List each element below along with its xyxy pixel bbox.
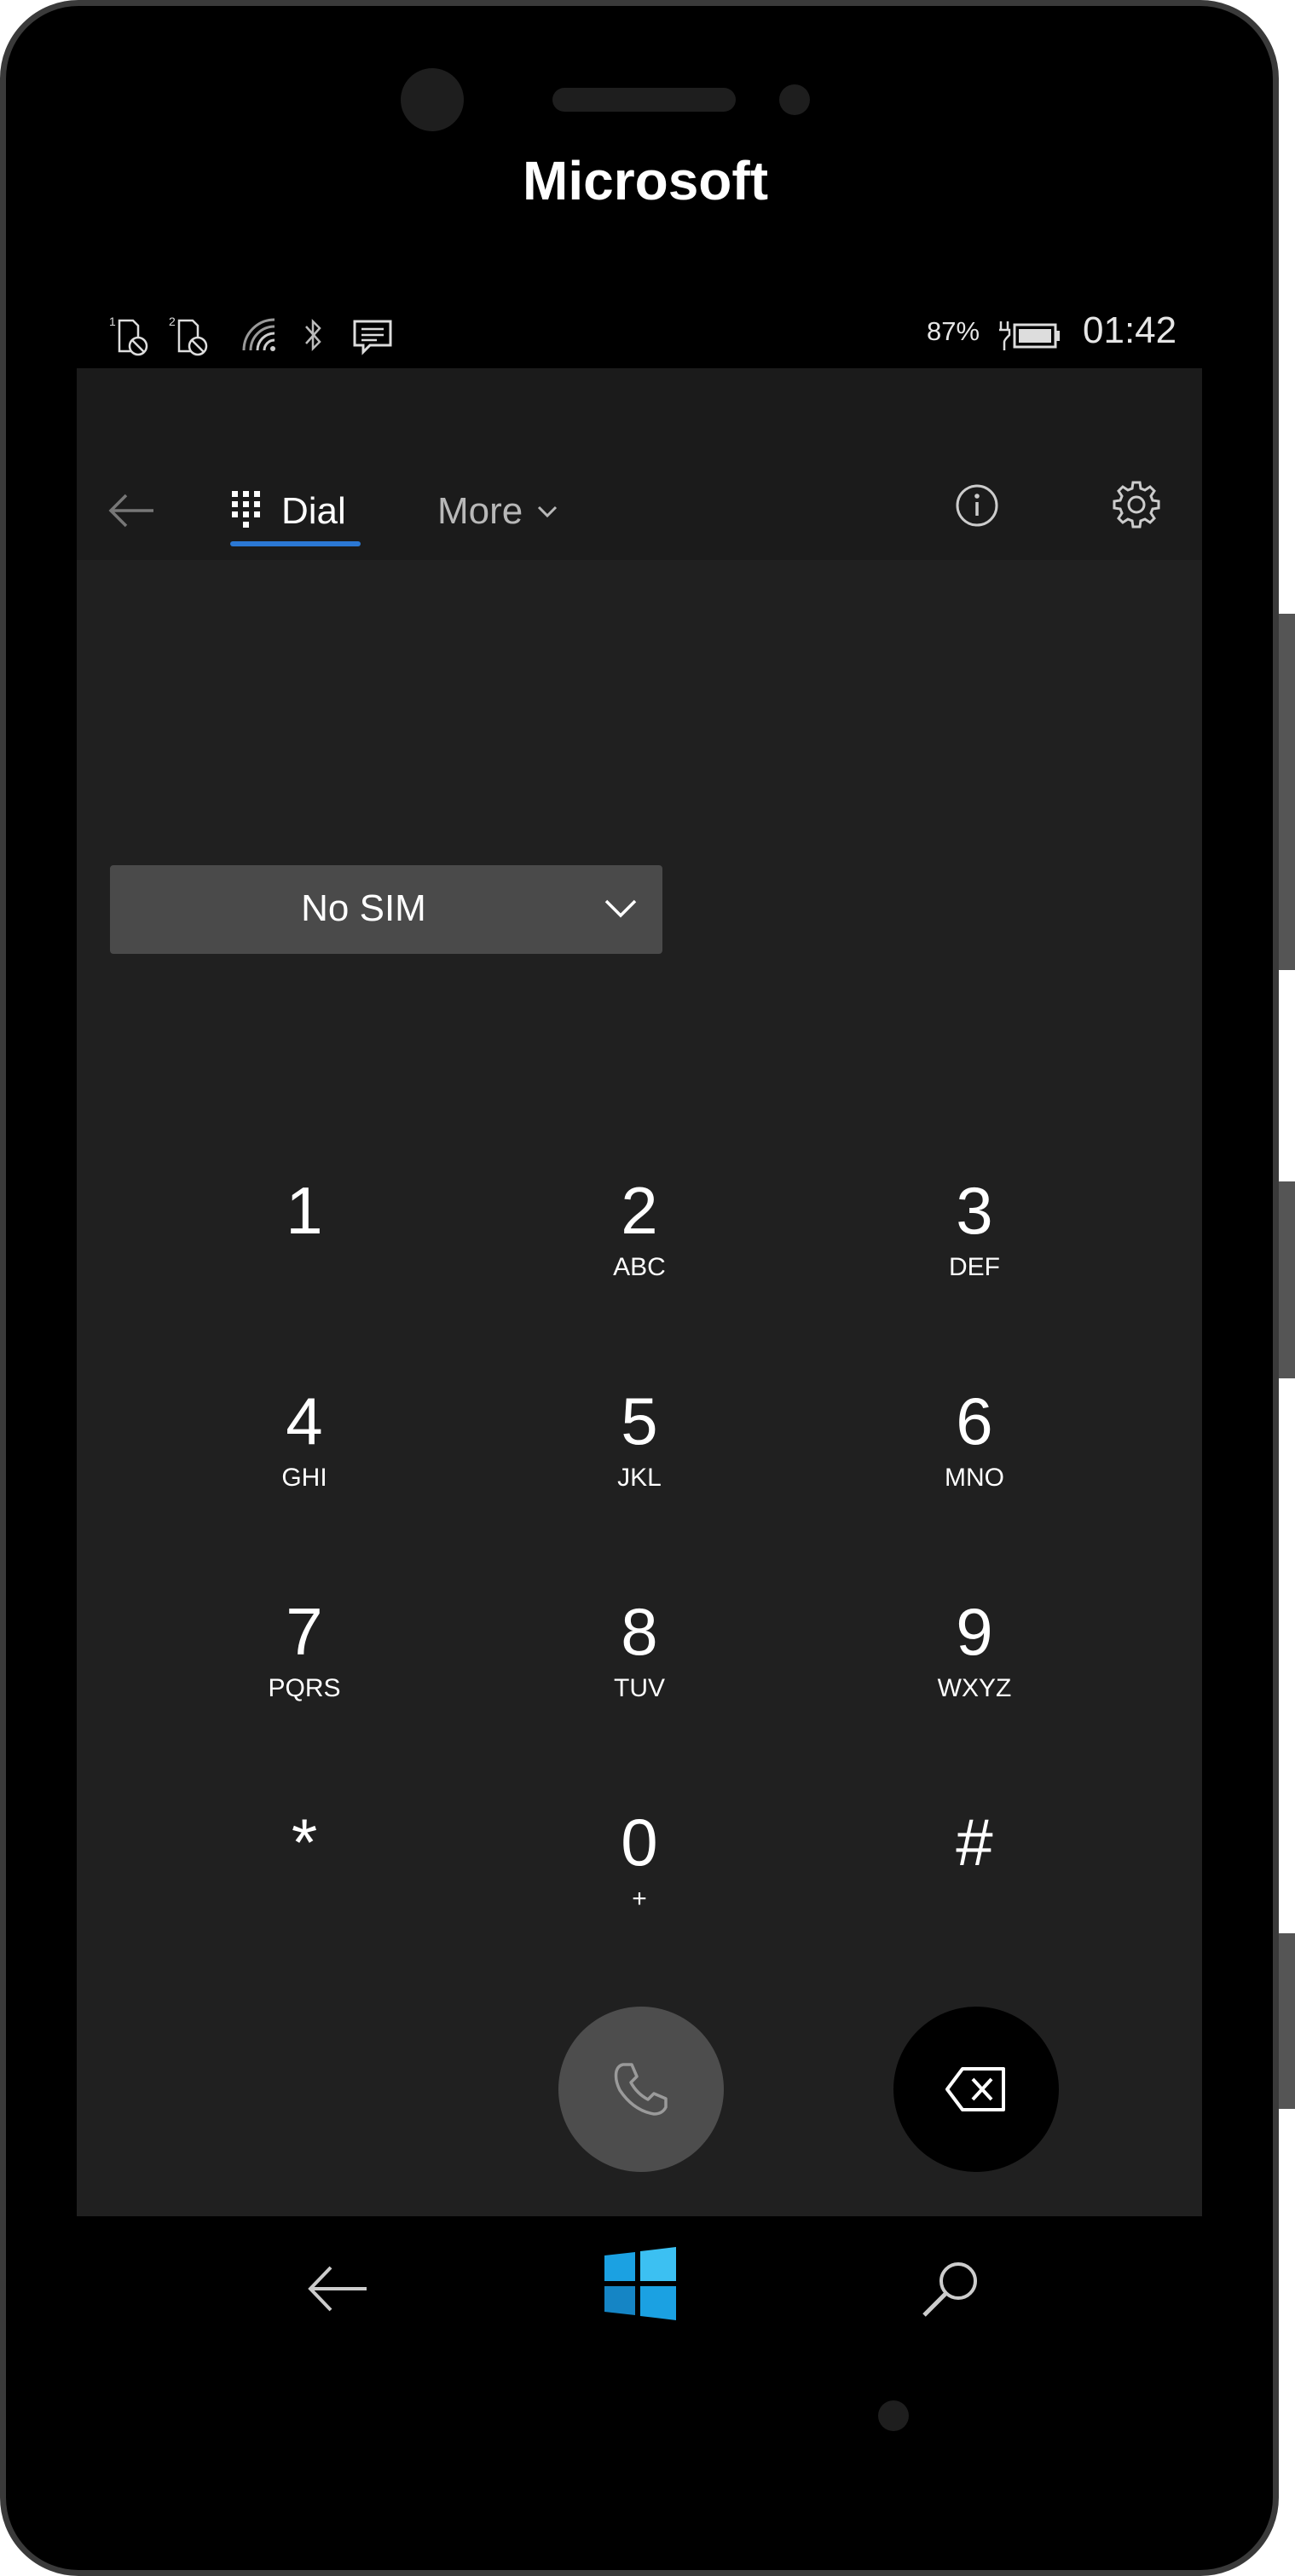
key-letters: WXYZ bbox=[937, 1674, 1012, 1702]
volume-button[interactable] bbox=[1279, 614, 1295, 970]
key-letters: PQRS bbox=[268, 1674, 341, 1702]
back-arrow-icon[interactable] bbox=[298, 2250, 375, 2327]
sim-selector-value: No SIM bbox=[301, 887, 426, 929]
camera-button[interactable] bbox=[1279, 1933, 1295, 2109]
key-letters: + bbox=[632, 1885, 647, 1913]
key-letters: TUV bbox=[614, 1674, 665, 1702]
app-bar: Dial More bbox=[77, 368, 1202, 560]
earpiece-speaker bbox=[552, 88, 736, 112]
key-letters: JKL bbox=[617, 1464, 662, 1492]
key-star[interactable]: * bbox=[176, 1778, 432, 1949]
key-digit: 7 bbox=[286, 1594, 323, 1669]
battery-charging-icon bbox=[996, 315, 1064, 357]
key-digit: 5 bbox=[621, 1383, 658, 1458]
wifi-icon bbox=[239, 315, 281, 357]
sim1-no-sim-icon: 1 bbox=[109, 315, 155, 357]
key-letters: ABC bbox=[613, 1253, 666, 1281]
key-digit: # bbox=[956, 1805, 993, 1880]
key-2[interactable]: 2 ABC bbox=[512, 1146, 767, 1317]
info-icon[interactable] bbox=[953, 482, 1001, 529]
key-6[interactable]: 6 MNO bbox=[847, 1357, 1102, 1528]
key-digit: 6 bbox=[956, 1383, 993, 1458]
key-digit: 0 bbox=[621, 1805, 658, 1880]
key-digit: 3 bbox=[956, 1173, 993, 1248]
sim-selector-dropdown[interactable]: No SIM bbox=[110, 865, 662, 954]
key-digit: 4 bbox=[286, 1383, 323, 1458]
windows-logo-icon[interactable] bbox=[601, 2244, 678, 2320]
hardware-dot bbox=[878, 2400, 909, 2431]
tab-dial[interactable]: Dial bbox=[230, 482, 346, 541]
key-4[interactable]: 4 GHI bbox=[176, 1357, 432, 1528]
tab-more-label: More bbox=[437, 490, 523, 532]
selected-tab-indicator bbox=[230, 541, 361, 546]
gear-icon[interactable] bbox=[1111, 479, 1162, 530]
key-8[interactable]: 8 TUV bbox=[512, 1568, 767, 1738]
bluetooth-icon bbox=[300, 315, 326, 357]
key-1[interactable]: 1 bbox=[176, 1146, 432, 1317]
message-icon bbox=[351, 315, 396, 357]
key-letters: MNO bbox=[945, 1464, 1004, 1492]
dialpad-icon bbox=[230, 489, 263, 534]
front-camera bbox=[401, 68, 464, 131]
key-7[interactable]: 7 PQRS bbox=[176, 1568, 432, 1738]
key-digit: 2 bbox=[621, 1173, 658, 1248]
key-digit: 1 bbox=[286, 1173, 323, 1248]
chevron-down-icon bbox=[536, 504, 558, 519]
backspace-icon bbox=[944, 2064, 1009, 2118]
svg-text:2: 2 bbox=[169, 315, 176, 328]
key-3[interactable]: 3 DEF bbox=[847, 1146, 1102, 1317]
key-0[interactable]: 0 + bbox=[512, 1778, 767, 1949]
search-icon[interactable] bbox=[912, 2250, 989, 2327]
sim2-no-sim-icon: 2 bbox=[169, 315, 215, 357]
tab-dial-label: Dial bbox=[281, 490, 346, 532]
call-button[interactable] bbox=[558, 2007, 724, 2172]
phone-screen: 1 2 87% 01:42 Dial More No SIM 1 2 ABC 3… bbox=[77, 303, 1202, 2250]
proximity-sensor bbox=[779, 84, 810, 115]
clock: 01:42 bbox=[1083, 309, 1177, 351]
brand-logo: Microsoft bbox=[523, 150, 768, 211]
key-digit: 8 bbox=[621, 1594, 658, 1669]
navigation-bar bbox=[77, 2216, 1202, 2353]
battery-percent: 87% bbox=[927, 316, 980, 346]
key-hash[interactable]: # bbox=[847, 1778, 1102, 1949]
chevron-down-icon bbox=[603, 896, 639, 921]
power-button[interactable] bbox=[1279, 1181, 1295, 1378]
key-5[interactable]: 5 JKL bbox=[512, 1357, 767, 1528]
delete-button[interactable] bbox=[893, 2007, 1059, 2172]
phone-icon bbox=[611, 2059, 671, 2123]
key-digit: * bbox=[291, 1805, 318, 1880]
svg-text:1: 1 bbox=[109, 315, 116, 328]
key-letters: DEF bbox=[949, 1253, 1000, 1281]
back-arrow-icon[interactable] bbox=[104, 490, 159, 531]
key-9[interactable]: 9 WXYZ bbox=[847, 1568, 1102, 1738]
key-digit: 9 bbox=[956, 1594, 993, 1669]
status-bar: 1 2 87% 01:42 bbox=[77, 303, 1202, 368]
key-letters: GHI bbox=[281, 1464, 327, 1492]
tab-more[interactable]: More bbox=[437, 482, 558, 541]
